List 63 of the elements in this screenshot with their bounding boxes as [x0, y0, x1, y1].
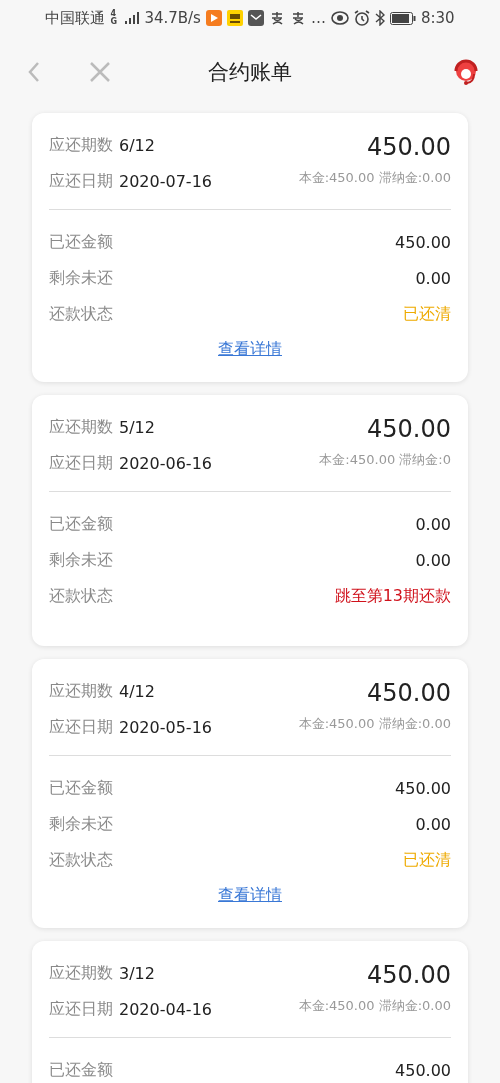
clock-time: 8:30 [420, 9, 455, 27]
app-icon [226, 10, 243, 26]
period-value: 4/12 [119, 681, 155, 701]
due-date: 2020-07-16 [119, 171, 212, 191]
field-label: 剩余未还 [49, 549, 113, 571]
field-value: 0.00 [415, 514, 451, 534]
bluetooth-icon [374, 10, 385, 26]
network-speed: 34.7B/s [144, 9, 201, 27]
page-title: 合约账单 [208, 59, 292, 86]
field-value: 450.00 [395, 1060, 451, 1080]
amount-breakdown: 本金:450.00 滞纳金:0.00 [298, 997, 451, 1015]
field-label: 应还日期 [49, 452, 113, 474]
field-label: 已还金额 [49, 231, 113, 253]
field-label: 应还期数 [49, 680, 113, 702]
period-value: 3/12 [119, 963, 155, 983]
field-value: 450.00 [395, 232, 451, 252]
field-label: 应还期数 [49, 416, 113, 438]
headset-agent-icon[interactable] [452, 58, 480, 86]
field-label: 还款状态 [49, 849, 113, 871]
field-label: 还款状态 [49, 585, 113, 607]
due-date: 2020-05-16 [119, 717, 212, 737]
period-value: 5/12 [119, 417, 155, 437]
field-value: 0.00 [415, 814, 451, 834]
field-label: 应还期数 [49, 134, 113, 156]
amount-breakdown: 本金:450.00 滞纳金:0 [319, 451, 451, 469]
amount-due: 450.00 [367, 414, 451, 445]
field-label: 应还期数 [49, 962, 113, 984]
period-value: 6/12 [119, 135, 155, 155]
amount-breakdown: 本金:450.00 滞纳金:0.00 [298, 715, 451, 733]
field-value: 已还清 [403, 303, 451, 325]
due-date: 2020-06-16 [119, 453, 212, 473]
amount-breakdown: 本金:450.00 滞纳金:0.00 [298, 169, 451, 187]
carrier-name: 中国联通 [45, 8, 106, 28]
field-label: 应还日期 [49, 998, 113, 1020]
more-notifications: … [310, 9, 326, 27]
network-type: 4G [110, 10, 118, 26]
signal-icon [125, 12, 140, 24]
field-value: 0.00 [415, 268, 451, 288]
details-link[interactable]: 查看详情 [218, 338, 282, 360]
field-value: 已还清 [403, 849, 451, 871]
amount-due: 450.00 [367, 132, 451, 163]
close-icon[interactable] [89, 61, 111, 83]
play-app-icon [205, 10, 222, 26]
field-label: 剩余未还 [49, 813, 113, 835]
field-value: 0.00 [415, 550, 451, 570]
back-icon[interactable] [27, 61, 41, 83]
field-label: 应还日期 [49, 716, 113, 738]
field-label: 应还日期 [49, 170, 113, 192]
field-label: 剩余未还 [49, 267, 113, 289]
due-date: 2020-04-16 [119, 999, 212, 1019]
field-label: 还款状态 [49, 303, 113, 325]
field-label: 已还金额 [49, 513, 113, 535]
alarm-icon [353, 10, 370, 26]
field-value: 跳至第13期还款 [334, 585, 451, 607]
eye-icon [330, 11, 349, 25]
mail-app-icon [247, 10, 264, 26]
field-label: 已还金额 [49, 1059, 113, 1081]
battery-icon [389, 11, 416, 25]
details-link[interactable]: 查看详情 [218, 884, 282, 906]
field-value: 450.00 [395, 778, 451, 798]
field-label: 已还金额 [49, 777, 113, 799]
amount-due: 450.00 [367, 678, 451, 709]
amount-due: 450.00 [367, 960, 451, 991]
